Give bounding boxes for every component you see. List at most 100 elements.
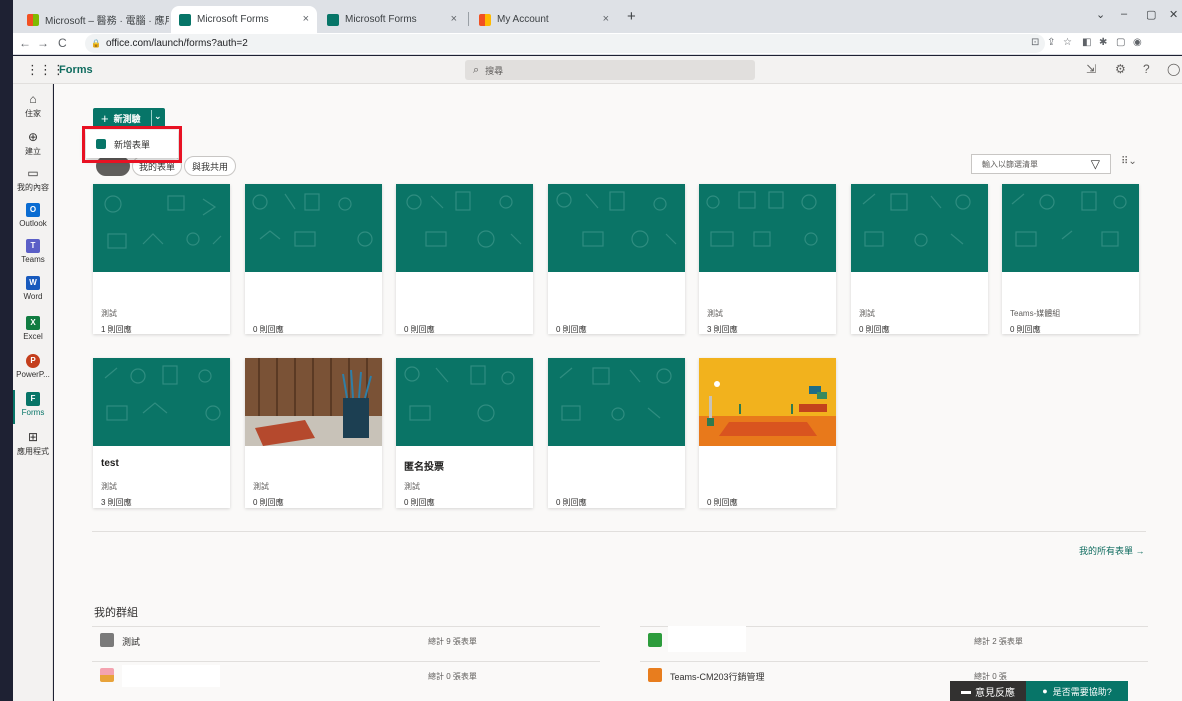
close-tab-icon[interactable]: × [603, 13, 609, 25]
account-avatar-icon[interactable]: ◯ [1167, 62, 1180, 76]
card-banner-photo [245, 358, 382, 446]
rail-item-apps[interactable]: ⊞ 應用程式 [13, 430, 53, 457]
settings-gear-icon[interactable]: ⚙ [1115, 62, 1126, 76]
card-owner: Teams-媒體組 [1010, 309, 1061, 318]
group-avatar-icon [100, 668, 114, 682]
browser-tab-forms[interactable]: Microsoft Forms × [319, 6, 465, 33]
app-title[interactable]: Forms [59, 64, 93, 76]
url-text: office.com/launch/forms?auth=2 [105, 38, 248, 49]
card-responses: 0 則回應 [253, 325, 284, 334]
doodle-pattern [556, 191, 677, 248]
card-title: test [101, 458, 119, 469]
share-screen-icon[interactable]: ⇲ [1086, 62, 1096, 76]
desk-pencils-image [245, 358, 382, 446]
card-responses: 0 則回應 [404, 498, 435, 507]
sidebar-icon[interactable]: ▢ [1116, 37, 1125, 48]
form-card[interactable]: 測試 0 則回應 [245, 358, 382, 508]
need-help-button[interactable]: ● 是否需要協助? [1026, 681, 1128, 701]
form-card[interactable]: 0 則回應 [396, 184, 533, 334]
tab-shared-with-me[interactable]: 與我共用 [184, 156, 236, 176]
close-tab-icon[interactable]: × [303, 13, 309, 25]
browser-tab-forms-active[interactable]: Microsoft Forms × [171, 6, 317, 33]
form-card[interactable]: Teams-媒體組 0 則回應 [1002, 184, 1139, 334]
group-avatar-icon [648, 633, 662, 647]
rail-item-word[interactable]: W Word [13, 276, 53, 301]
all-my-forms-link[interactable]: 我的所有表單 → [1079, 544, 1145, 557]
new-quiz-label: 新測驗 [113, 113, 141, 124]
card-banner [1002, 184, 1139, 272]
rail-item-outlook[interactable]: O Outlook [13, 203, 53, 228]
tab-label: Microsoft Forms [345, 14, 417, 25]
extension-icon[interactable]: ◧ [1082, 37, 1091, 48]
new-tab-button[interactable]: + [627, 8, 636, 25]
teams-icon: T [26, 239, 40, 253]
reload-icon[interactable]: C [58, 36, 67, 50]
apps-icon: ⊞ [27, 430, 39, 444]
group-form-count: 總計 2 張表單 [974, 637, 1023, 646]
form-card[interactable]: 匿名投票 測試 0 則回應 [396, 358, 533, 508]
doodle-pattern [252, 193, 373, 247]
group-row[interactable]: 總計 0 張表單 [92, 661, 600, 689]
form-card[interactable]: 0 則回應 [699, 358, 836, 508]
install-icon[interactable]: ⊡ [1031, 37, 1039, 48]
group-name: 測試 [122, 637, 141, 647]
form-card[interactable]: 測試 1 則回應 [93, 184, 230, 334]
group-form-count: 總計 0 張表單 [428, 672, 477, 681]
rail-item-powerpoint[interactable]: P PowerP... [13, 354, 53, 379]
redacted-name [122, 665, 220, 687]
address-bar[interactable]: 🔒 office.com/launch/forms?auth=2 [85, 34, 1045, 53]
home-icon: ⌂ [29, 92, 37, 106]
tab-label: Microsoft Forms [197, 14, 269, 25]
form-card[interactable]: 0 則回應 [548, 358, 685, 508]
card-owner: 測試 [707, 309, 723, 318]
close-window-icon[interactable]: ✕ [1169, 8, 1178, 21]
search-input[interactable]: ⌕ 搜尋 [465, 60, 755, 80]
redacted-name [668, 626, 746, 652]
group-row[interactable]: 總計 2 張表單 [640, 626, 1148, 654]
help-bubble-icon: ● [1042, 686, 1048, 696]
rail-label: Outlook [19, 219, 47, 228]
form-card[interactable]: 0 則回應 [548, 184, 685, 334]
form-card[interactable]: 測試 0 則回應 [851, 184, 988, 334]
folder-icon: ▭ [27, 166, 39, 180]
powerpoint-icon: P [26, 354, 40, 368]
forms-logo-icon [327, 13, 339, 26]
view-toggle-icon[interactable]: ⠿⌄ [1121, 156, 1137, 167]
forms-logo-icon [179, 13, 191, 26]
feedback-button[interactable]: ▬ 意見反應 [950, 681, 1026, 701]
chat-bubble-icon: ▬ [961, 685, 971, 697]
form-card[interactable]: 測試 3 則回應 [699, 184, 836, 334]
filter-input[interactable]: 輸入以篩選清單 ▽ [971, 154, 1111, 174]
close-tab-icon[interactable]: × [451, 13, 457, 25]
profile-avatar-icon[interactable]: ◉ [1133, 37, 1142, 48]
browser-tab-my-account[interactable]: My Account × [471, 6, 617, 33]
puzzle-icon[interactable]: ✱ [1099, 37, 1107, 48]
tab-search-icon[interactable]: ⌄ [1096, 8, 1105, 21]
back-icon[interactable]: ← [19, 36, 31, 50]
forward-icon[interactable]: → [37, 36, 49, 50]
minimize-icon[interactable]: – [1121, 8, 1127, 20]
form-card[interactable]: 0 則回應 [245, 184, 382, 334]
group-row[interactable]: 測試 總計 9 張表單 [92, 626, 600, 654]
microsoft-logo-icon [27, 13, 39, 26]
bookmark-star-icon[interactable]: ☆ [1063, 37, 1072, 48]
doodle-pattern [104, 195, 222, 249]
browser-tab-microsoft[interactable]: Microsoft – 醫務 · 電腦 · 應用程 × [19, 6, 169, 33]
new-quiz-button[interactable]: + 新測驗 ⌄ [93, 108, 165, 128]
rail-item-create[interactable]: ⊕ 建立 [13, 130, 53, 157]
chevron-down-icon[interactable]: ⌄ [154, 111, 162, 122]
rail-item-my-content[interactable]: ▭ 我的內容 [13, 166, 53, 193]
card-owner: 測試 [253, 482, 269, 491]
rail-item-teams[interactable]: T Teams [13, 239, 53, 264]
rail-item-forms[interactable]: F Forms [13, 390, 53, 424]
maximize-icon[interactable]: ▢ [1146, 8, 1156, 21]
rail-item-excel[interactable]: X Excel [13, 316, 53, 341]
help-icon[interactable]: ? [1143, 62, 1150, 76]
rail-label: 住家 [25, 109, 41, 118]
rail-item-home[interactable]: ⌂ 住家 [13, 92, 53, 119]
form-card[interactable]: test 測試 3 則回應 [93, 358, 230, 508]
rail-label: Excel [23, 332, 43, 341]
share-icon[interactable]: ⇪ [1047, 37, 1055, 48]
card-banner [396, 358, 533, 446]
my-groups-heading: 我的群組 [94, 607, 138, 619]
